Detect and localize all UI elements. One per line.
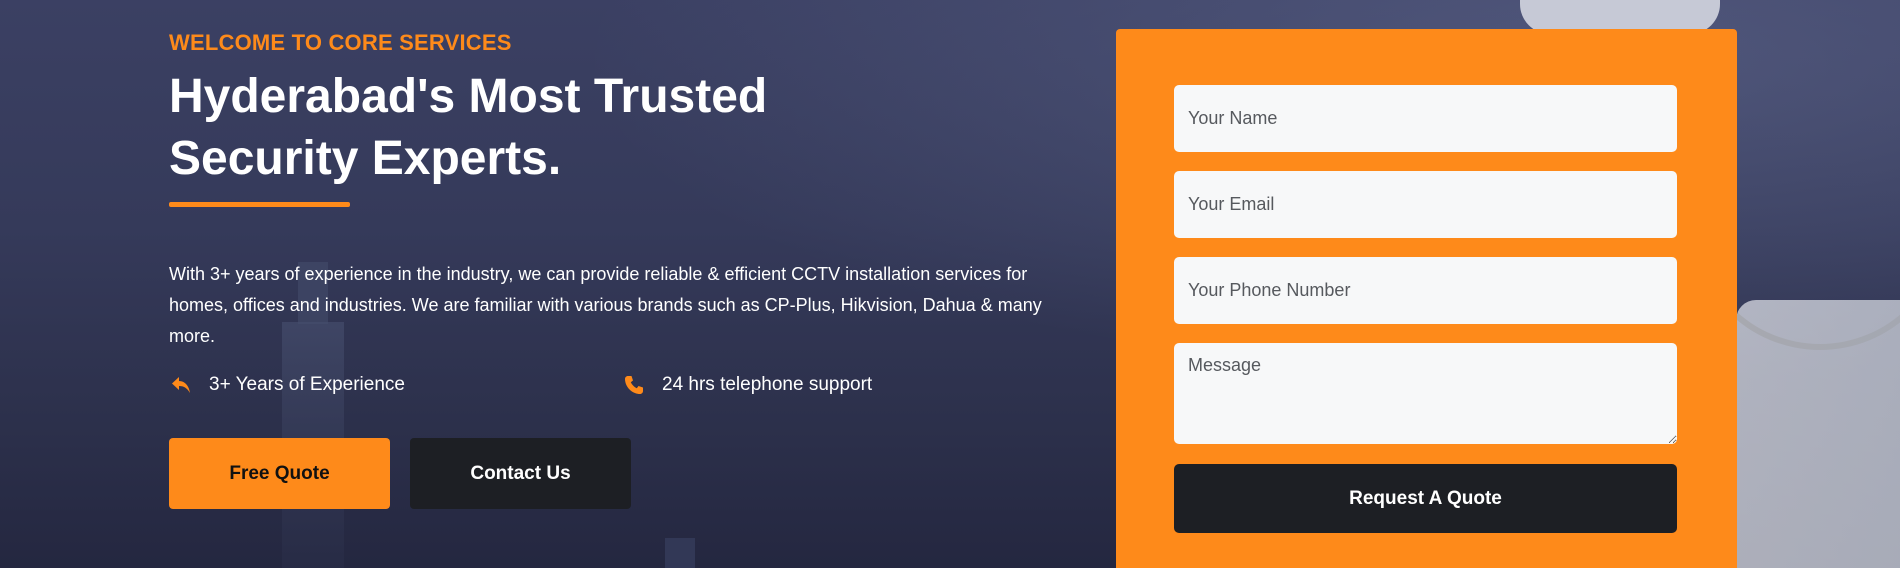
background-building-image xyxy=(665,538,695,568)
title-underline xyxy=(169,202,350,207)
email-field[interactable] xyxy=(1174,171,1677,238)
hero-section: WELCOME TO CORE SERVICES Hyderabad's Mos… xyxy=(0,0,1900,568)
hero-title: Hyderabad's Most Trusted Security Expert… xyxy=(169,70,768,185)
phone-icon xyxy=(622,375,646,395)
feature-support: 24 hrs telephone support xyxy=(622,374,872,396)
feature-experience: 3+ Years of Experience xyxy=(169,374,622,396)
phone-field[interactable] xyxy=(1174,257,1677,324)
request-quote-button[interactable]: Request A Quote xyxy=(1174,464,1677,533)
feature-label: 24 hrs telephone support xyxy=(662,374,873,395)
reply-arrow-icon xyxy=(169,376,193,394)
quote-form: Request A Quote xyxy=(1116,29,1737,568)
hero-description: With 3+ years of experience in the indus… xyxy=(169,264,1042,346)
feature-list: 3+ Years of Experience 24 hrs telephone … xyxy=(169,374,1069,396)
free-quote-button[interactable]: Free Quote xyxy=(169,438,390,509)
hero-eyebrow: WELCOME TO CORE SERVICES xyxy=(169,30,512,55)
hero-content: WELCOME TO CORE SERVICES Hyderabad's Mos… xyxy=(169,30,1069,509)
name-field[interactable] xyxy=(1174,85,1677,152)
message-field[interactable] xyxy=(1174,343,1677,444)
feature-label: 3+ Years of Experience xyxy=(209,374,405,395)
hero-buttons: Free Quote Contact Us xyxy=(169,438,1069,509)
background-camera-mount-image xyxy=(1736,300,1900,568)
contact-us-button[interactable]: Contact Us xyxy=(410,438,631,509)
